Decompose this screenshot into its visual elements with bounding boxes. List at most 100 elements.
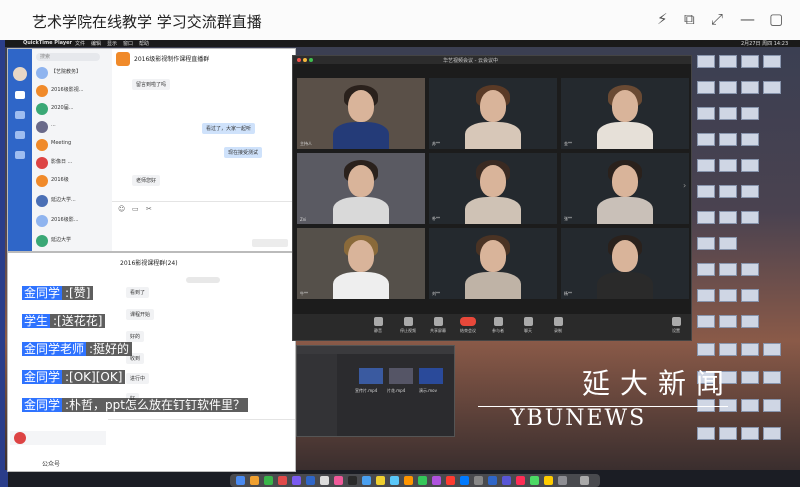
settings-button[interactable]: 设置 — [663, 317, 689, 337]
dock-app-icon[interactable] — [488, 476, 497, 485]
list-item[interactable]: 2016级 — [36, 175, 108, 189]
desktop-file-icon[interactable] — [697, 81, 715, 94]
pip-icon[interactable]: ⧉ — [684, 10, 695, 28]
dock-app-icon[interactable] — [264, 476, 273, 485]
dock-app-icon[interactable] — [516, 476, 525, 485]
desktop-file-icon[interactable] — [697, 263, 715, 276]
desktop-file-icon[interactable] — [741, 371, 759, 384]
list-item[interactable]: 2016级影视... — [36, 85, 108, 99]
menu-help[interactable]: 帮助 — [139, 40, 149, 47]
lightning-icon[interactable]: ⚡ — [657, 10, 668, 28]
dock-app-icon[interactable] — [250, 476, 259, 485]
desktop-file-icon[interactable] — [741, 343, 759, 356]
list-item[interactable]: 延边大学 — [36, 235, 108, 249]
desktop-file-icon[interactable] — [719, 237, 737, 250]
record-button[interactable]: 录制 — [545, 317, 571, 337]
desktop-file-icon[interactable] — [741, 399, 759, 412]
desktop-file-icon[interactable] — [763, 371, 781, 384]
desktop-file-icon[interactable] — [741, 107, 759, 120]
desktop-file-icon[interactable] — [741, 315, 759, 328]
list-item[interactable]: 2016级影... — [36, 215, 108, 229]
list-item[interactable]: 延边大学... — [36, 195, 108, 209]
desktop-file-icon[interactable] — [697, 159, 715, 172]
desktop-file-icon[interactable] — [763, 427, 781, 440]
desktop-file-icon[interactable] — [741, 427, 759, 440]
desktop-file-icon[interactable] — [697, 315, 715, 328]
desktop-file-icon[interactable] — [719, 263, 737, 276]
mute-button[interactable]: 静音 — [365, 317, 391, 337]
video-thumbnail[interactable] — [389, 368, 413, 384]
menu-file[interactable]: 文件 — [75, 40, 85, 47]
dock-app-icon[interactable] — [348, 476, 357, 485]
dock-app-icon[interactable] — [558, 476, 567, 485]
list-item[interactable]: 2020届... — [36, 103, 108, 117]
minimize-window-icon[interactable] — [303, 58, 307, 62]
participant-tile[interactable]: 金** — [561, 78, 689, 149]
send-button[interactable] — [252, 239, 288, 247]
dock-app-icon[interactable] — [418, 476, 427, 485]
calendar-icon[interactable] — [15, 131, 25, 139]
list-item[interactable] — [10, 431, 106, 445]
file-name[interactable]: 片花.mp4 — [387, 388, 405, 394]
desktop-file-icon[interactable] — [697, 133, 715, 146]
dock-app-icon[interactable] — [320, 476, 329, 485]
participant-tile[interactable]: 苏** — [429, 78, 557, 149]
desktop-file-icon[interactable] — [719, 81, 737, 94]
desktop-file-icon[interactable] — [741, 289, 759, 302]
expand-icon[interactable]: ⤢ — [711, 10, 723, 28]
list-item[interactable]: 影像日 ... — [36, 157, 108, 171]
dock-app-icon[interactable] — [404, 476, 413, 485]
desktop-file-icon[interactable] — [763, 343, 781, 356]
desktop-file-icon[interactable] — [719, 427, 737, 440]
dock-app-icon[interactable] — [544, 476, 553, 485]
dock-app-icon[interactable] — [446, 476, 455, 485]
desktop-file-icon[interactable] — [763, 399, 781, 412]
menu-edit[interactable]: 编辑 — [91, 40, 101, 47]
desktop-file-icon[interactable] — [697, 211, 715, 224]
list-item[interactable]: Meeting — [36, 139, 108, 153]
desktop-file-icon[interactable] — [719, 289, 737, 302]
desktop-file-icon[interactable] — [719, 55, 737, 68]
desktop-file-icon[interactable] — [741, 263, 759, 276]
desktop-file-icon[interactable] — [697, 427, 715, 440]
desktop-file-icon[interactable] — [741, 55, 759, 68]
participants-button[interactable]: 参与者 — [485, 317, 511, 337]
list-item-label[interactable]: 公众号 — [42, 459, 60, 468]
file-name[interactable]: 演示.mov — [419, 388, 437, 394]
participant-tile[interactable]: 牛** — [297, 228, 425, 299]
video-thumbnail[interactable] — [419, 368, 443, 384]
stop-video-button[interactable]: 停止视频 — [395, 317, 421, 337]
next-page-icon[interactable]: › — [683, 181, 686, 190]
participant-tile[interactable]: 张** — [561, 153, 689, 224]
work-icon[interactable] — [15, 111, 25, 119]
list-item[interactable]: ... — [36, 121, 108, 135]
desktop-file-icon[interactable] — [741, 159, 759, 172]
dock-app-icon[interactable] — [432, 476, 441, 485]
dock-app-icon[interactable] — [474, 476, 483, 485]
list-item[interactable]: 【艺院教务】 — [36, 67, 108, 81]
dock-app-icon[interactable] — [278, 476, 287, 485]
participant-tile[interactable]: 刘** — [429, 228, 557, 299]
desktop-file-icon[interactable] — [719, 343, 737, 356]
zoom-window-icon[interactable] — [309, 58, 313, 62]
close-window-icon[interactable] — [297, 58, 301, 62]
desktop-file-icon[interactable] — [719, 159, 737, 172]
dock-app-icon[interactable] — [502, 476, 511, 485]
scissors-icon[interactable]: ✂ — [146, 205, 152, 213]
participant-tile[interactable]: 朴** — [429, 153, 557, 224]
share-screen-button[interactable]: 共享屏幕 — [425, 317, 451, 337]
trash-icon[interactable] — [580, 476, 589, 485]
video-thumbnail[interactable] — [359, 368, 383, 384]
dock-app-icon[interactable] — [460, 476, 469, 485]
minimize-icon[interactable]: — — [740, 10, 755, 28]
contacts-icon[interactable] — [15, 151, 25, 159]
maximize-icon[interactable]: ▢ — [769, 10, 783, 28]
avatar[interactable] — [13, 67, 27, 81]
desktop-file-icon[interactable] — [719, 315, 737, 328]
dock-app-icon[interactable] — [236, 476, 245, 485]
desktop-file-icon[interactable] — [697, 185, 715, 198]
desktop-file-icon[interactable] — [719, 133, 737, 146]
desktop-file-icon[interactable] — [719, 211, 737, 224]
desktop-file-icon[interactable] — [719, 107, 737, 120]
desktop-file-icon[interactable] — [697, 237, 715, 250]
